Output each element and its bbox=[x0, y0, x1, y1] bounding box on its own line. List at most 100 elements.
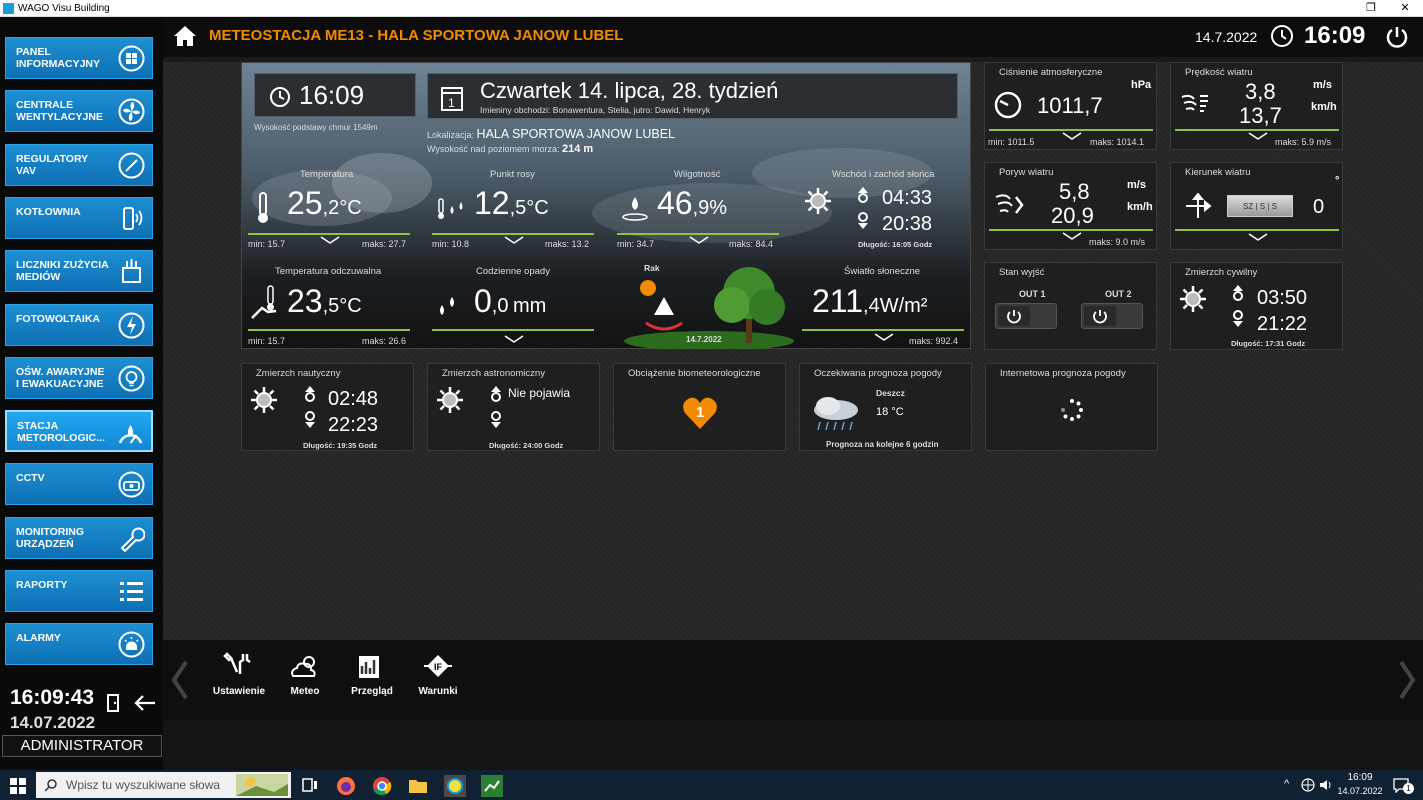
wind-speed-ms-unit: m/s bbox=[1313, 79, 1332, 91]
sidebar-item-5[interactable]: FOTOWOLTAIKA bbox=[5, 303, 153, 346]
sidebar-item-7[interactable]: STACJA METOROLOGIC... bbox=[5, 410, 153, 453]
astro-rise: Nie pojawia bbox=[508, 386, 571, 400]
civil-set: 21:22 bbox=[1257, 313, 1308, 335]
toolbar-label: Meteo bbox=[290, 686, 320, 697]
pressure-unit: hPa bbox=[1131, 79, 1152, 91]
chevron-down-icon bbox=[1062, 132, 1082, 140]
sidebar-item-10[interactable]: RAPORTY bbox=[5, 570, 153, 612]
home-icon[interactable] bbox=[173, 25, 197, 47]
dewpoint-min: min: 10.8 bbox=[432, 239, 470, 249]
wind-speed-title: Prędkość wiatru bbox=[1185, 67, 1253, 78]
sidebar-item-0[interactable]: PANEL INFORMACYJNY bbox=[5, 37, 153, 79]
toolbar-tools-button[interactable]: Ustawienie bbox=[209, 652, 269, 697]
nautical-rise: 02:48 bbox=[328, 388, 379, 410]
scroll-left-icon[interactable] bbox=[168, 660, 192, 700]
taskbar-search-input[interactable]: Wpisz tu wyszukiwane słowa bbox=[36, 772, 291, 798]
wind-dir-title: Kierunek wiatru bbox=[1185, 167, 1251, 178]
sidebar-item-8[interactable]: CCTV bbox=[5, 463, 153, 506]
sidebar-item-9[interactable]: MONITORING URZĄDZEŃ bbox=[5, 516, 153, 559]
file-explorer-icon[interactable] bbox=[408, 777, 428, 794]
pressure-max: maks: 1014.1 bbox=[1090, 137, 1145, 147]
toolbar-overview-button[interactable]: Przegląd bbox=[342, 652, 402, 697]
sunrise-sunset-icon bbox=[858, 187, 868, 229]
scroll-right-icon[interactable] bbox=[1395, 660, 1419, 700]
toolbar-label: Przegląd bbox=[351, 686, 393, 697]
sun-icon bbox=[251, 387, 277, 413]
chrome-icon[interactable] bbox=[372, 776, 392, 796]
sidebar-item-label: OŚW. AWARYJNE I EWAKUACYJNE bbox=[16, 365, 105, 390]
sidebar-item-label: PANEL INFORMACYJNY bbox=[16, 46, 101, 70]
rain-title: Codzienne opady bbox=[476, 266, 550, 277]
restore-icon[interactable]: ❐ bbox=[1356, 0, 1386, 17]
volume-icon[interactable] bbox=[1319, 778, 1333, 792]
gust-ms-unit: m/s bbox=[1127, 179, 1146, 191]
gust-max: maks: 9.0 m/s bbox=[1089, 237, 1146, 247]
fan-icon bbox=[118, 98, 145, 125]
chart-app-icon[interactable] bbox=[481, 775, 503, 797]
sidebar-item-label: MONITORING URZĄDZEŃ bbox=[16, 525, 85, 550]
astro-title: Zmierzch astronomiczny bbox=[442, 368, 545, 379]
network-globe-icon[interactable] bbox=[1301, 778, 1315, 792]
out2-toggle[interactable] bbox=[1081, 303, 1143, 329]
toolbar-conditions-button[interactable]: IF Warunki bbox=[408, 652, 468, 697]
sidebar-item-label: CENTRALE WENTYLACYJNE bbox=[16, 99, 103, 124]
sun-title: Wschód i zachód słońca bbox=[832, 169, 935, 180]
out2-label: OUT 2 bbox=[1105, 289, 1132, 299]
sidebar-clock: 16:09:43 bbox=[10, 686, 95, 709]
forecast-title: Oczekiwana prognoza pogody bbox=[814, 368, 942, 379]
sidebar-item-1[interactable]: CENTRALE WENTYLACYJNE bbox=[5, 90, 153, 133]
sidebar-item-label: ALARMY bbox=[16, 632, 61, 645]
gust-kmh: 20,9 bbox=[1051, 203, 1094, 228]
user-button[interactable]: ADMINISTRATOR bbox=[2, 735, 162, 757]
logout-door-icon[interactable] bbox=[106, 694, 120, 712]
sidebar-item-label: LICZNIKI ZUŻYCIA MEDIÓW bbox=[16, 259, 109, 284]
barometer-icon bbox=[994, 91, 1022, 119]
sidebar-item-3[interactable]: KOTŁOWNIA bbox=[5, 196, 153, 239]
window-title: WAGO Visu Building bbox=[18, 3, 110, 14]
nautical-twilight-panel: Zmierzch nautyczny 02:48 22:23 Długość: … bbox=[241, 363, 414, 451]
humidity-max: maks: 84.4 bbox=[729, 239, 774, 249]
zodiac-date: 14.7.2022 bbox=[686, 335, 722, 344]
sun-icon bbox=[437, 387, 463, 413]
sidebar-item-label: FOTOWOLTAIKA bbox=[16, 312, 100, 325]
wind-speed-ms: 3,8 bbox=[1245, 79, 1276, 104]
search-icon bbox=[44, 779, 57, 792]
out1-toggle[interactable] bbox=[995, 303, 1057, 329]
camera-icon bbox=[118, 471, 145, 498]
sun-icon bbox=[1180, 286, 1206, 312]
alarm-icon bbox=[118, 631, 145, 658]
civil-rise: 03:50 bbox=[1257, 287, 1308, 309]
cloud-sun-icon bbox=[291, 656, 316, 677]
sunlight-dec: ,4 bbox=[863, 295, 880, 317]
chevron-down-icon bbox=[1248, 233, 1268, 241]
sidebar-item-6[interactable]: OŚW. AWARYJNE I EWAKUACYJNE bbox=[5, 356, 153, 399]
wind-direction-panel: Kierunek wiatru ° SZ | S | S 0 bbox=[1170, 162, 1343, 250]
close-icon[interactable]: ✕ bbox=[1390, 0, 1420, 17]
tray-chevron-icon[interactable]: ^ bbox=[1284, 778, 1289, 790]
sidebar-item-4[interactable]: LICZNIKI ZUŻYCIA MEDIÓW bbox=[5, 250, 153, 293]
forecast-note: Prognoza na kolejne 6 godzin bbox=[826, 440, 939, 449]
lightning-icon bbox=[118, 312, 145, 338]
outputs-panel: Stan wyjść OUT 1 OUT 2 bbox=[984, 262, 1157, 350]
windows-start-icon[interactable] bbox=[10, 778, 26, 794]
pressure-min: min: 1011.5 bbox=[988, 137, 1035, 147]
cloud-base: Wysokość podstawy chmur 1549m bbox=[254, 123, 378, 132]
gust-kmh-unit: km/h bbox=[1127, 201, 1153, 213]
sidebar-item-label: KOTŁOWNIA bbox=[16, 205, 81, 218]
sidebar-item-label: CCTV bbox=[16, 472, 45, 485]
pressure-panel: Ciśnienie atmosferyczne hPa 1011,7 min: … bbox=[984, 62, 1157, 150]
task-view-icon[interactable] bbox=[302, 778, 318, 792]
wago-app-icon[interactable] bbox=[444, 775, 466, 797]
power-icon bbox=[998, 306, 1030, 326]
altitude-label: Wysokość nad poziomem morza: bbox=[427, 144, 560, 154]
internet-forecast-panel: Internetowa prognoza pogody bbox=[985, 363, 1158, 451]
power-icon[interactable] bbox=[1385, 25, 1409, 49]
sidebar-item-2[interactable]: REGULATORY VAV bbox=[5, 143, 153, 186]
firefox-icon[interactable] bbox=[336, 776, 356, 796]
rain-int: 0 bbox=[474, 283, 492, 319]
pressure-title: Ciśnienie atmosferyczne bbox=[999, 67, 1103, 78]
sidebar-item-11[interactable]: ALARMY bbox=[5, 623, 153, 666]
back-arrow-icon[interactable] bbox=[133, 694, 157, 712]
window-titlebar: WAGO Visu Building ❐ ✕ bbox=[0, 0, 1423, 17]
toolbar-cloud-sun-button[interactable]: Meteo bbox=[275, 652, 335, 697]
